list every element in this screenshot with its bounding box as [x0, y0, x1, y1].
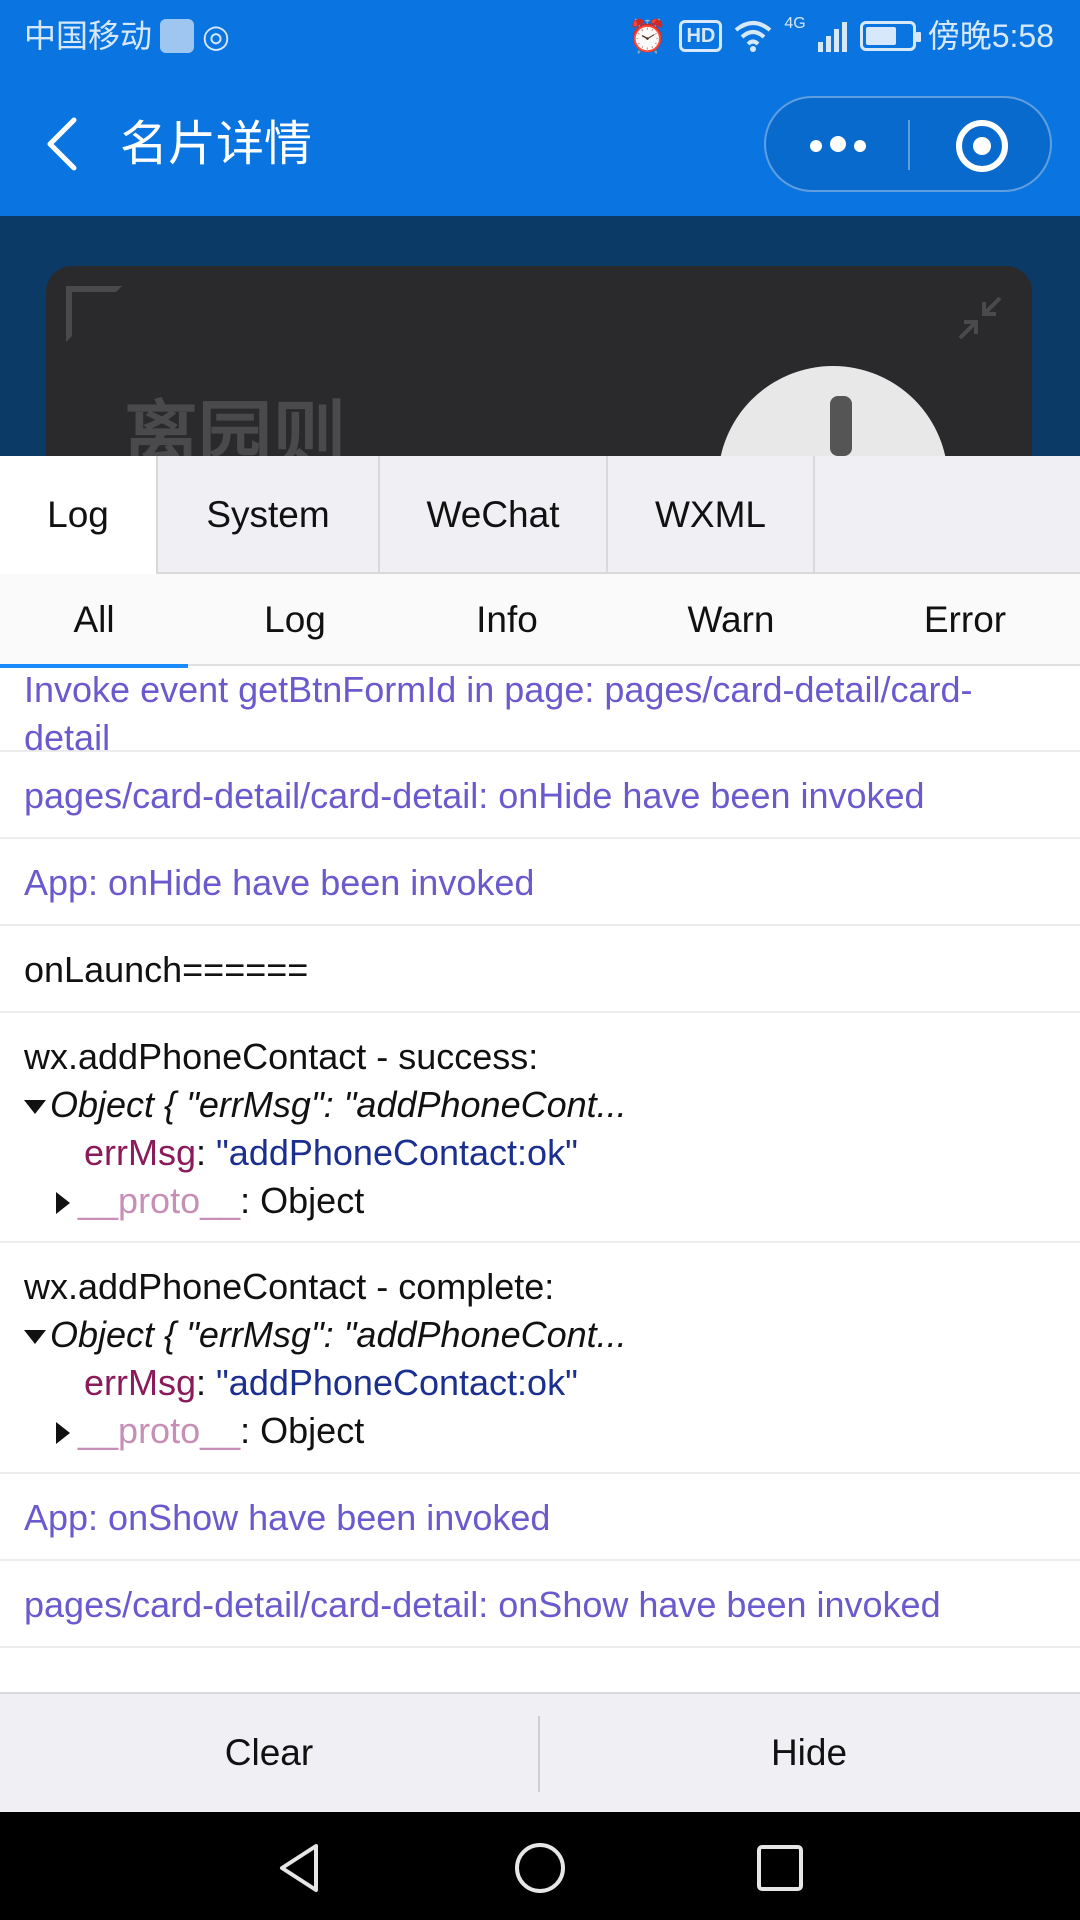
expand-caret-icon[interactable] [24, 1330, 46, 1345]
target-icon[interactable] [956, 120, 1008, 172]
collapse-caret-icon[interactable] [56, 1192, 70, 1215]
log-list[interactable]: Invoke event getBtnFormId in page: pages… [0, 666, 1080, 1730]
log-entry: pages/card-detail/card-detail: onHide ha… [0, 752, 1080, 839]
sim-app-icon [160, 19, 195, 53]
log-text: onLaunch====== [24, 949, 309, 990]
clear-button[interactable]: Clear [0, 1694, 538, 1812]
log-entry: Invoke event getBtnFormId in page: pages… [0, 666, 1080, 758]
property-value: "addPhoneContact:ok" [216, 1132, 578, 1173]
alarm-icon: ⏰ [627, 18, 668, 54]
log-text: Invoke event getBtnFormId in page: pages… [24, 669, 973, 758]
tab-log[interactable]: Log [0, 456, 158, 574]
property-colon: : [196, 1132, 217, 1173]
tab-wechat[interactable]: WeChat [380, 456, 608, 574]
collapse-caret-icon[interactable] [56, 1422, 70, 1445]
proto-key: __proto__ [78, 1410, 241, 1451]
status-right: ⏰ HD 4G 傍晚5:58 [628, 16, 1054, 56]
page-title: 名片详情 [120, 116, 313, 172]
subtab-warn[interactable]: Warn [636, 574, 826, 666]
property-key: errMsg [84, 1362, 197, 1403]
network-type-label: 4G [784, 15, 806, 32]
object-preview: Object { "errMsg": "addPhoneCont... [50, 1084, 627, 1125]
recents-square-icon[interactable] [752, 1840, 808, 1896]
android-nav-bar [0, 1812, 1080, 1920]
subtab-all[interactable]: All [0, 574, 188, 668]
hide-button[interactable]: Hide [540, 1694, 1078, 1812]
menu-capsule [764, 96, 1052, 192]
capsule-divider [908, 120, 910, 170]
tab-wxml[interactable]: WXML [608, 456, 815, 574]
action-bar: Clear Hide [0, 1692, 1080, 1812]
more-icon[interactable] [806, 136, 870, 154]
log-entry: wx.addPhoneContact - complete: Object { … [0, 1243, 1080, 1474]
qr-code-icon[interactable] [66, 286, 122, 342]
status-bar: 中国移动 ◎ ⏰ HD 4G 傍晚5:58 [0, 0, 1080, 74]
carrier-label: 中国移动 [24, 18, 153, 54]
signal-icon [817, 22, 847, 52]
log-title: wx.addPhoneContact - complete: [24, 1266, 555, 1307]
tab-system[interactable]: System [158, 456, 380, 574]
log-text: pages/card-detail/card-detail: onShow ha… [24, 1584, 941, 1625]
shrink-icon[interactable] [956, 294, 1004, 342]
log-text: App: onHide have been invoked [24, 862, 535, 903]
object-property: errMsg: "addPhoneContact:ok" [24, 1129, 1056, 1177]
object-preview: Object { "errMsg": "addPhoneCont... [50, 1314, 627, 1355]
log-title: wx.addPhoneContact - success: [24, 1036, 539, 1077]
log-text: pages/card-detail/card-detail: onHide ha… [24, 775, 925, 816]
property-colon: : [196, 1362, 217, 1403]
log-entry: pages/card-detail/card-detail: onShow ha… [0, 1561, 1080, 1648]
log-entry: onLaunch====== [0, 926, 1080, 1013]
avatar [718, 366, 948, 456]
status-left: 中国移动 ◎ [24, 16, 230, 56]
card-backdrop: 离园则 [0, 216, 1080, 456]
hd-icon: HD [679, 20, 723, 52]
subtab-info[interactable]: Info [412, 574, 602, 666]
proto-value: : Object [240, 1410, 365, 1451]
subtab-error[interactable]: Error [870, 574, 1060, 666]
object-row[interactable]: Object { "errMsg": "addPhoneCont... [24, 1311, 1056, 1359]
card-name: 离园则 [124, 393, 346, 456]
log-entry: App: onShow have been invoked [0, 1474, 1080, 1561]
expand-caret-icon[interactable] [24, 1100, 46, 1115]
clock-time: 傍晚5:58 [927, 18, 1054, 54]
nav-bar: 名片详情 [0, 74, 1080, 216]
wifi-icon [735, 21, 772, 52]
back-triangle-icon[interactable] [272, 1840, 328, 1896]
property-value: "addPhoneContact:ok" [216, 1362, 578, 1403]
sub-tabs: All Log Info Warn Error [0, 574, 1080, 668]
home-circle-icon[interactable] [512, 1840, 568, 1896]
property-key: errMsg [84, 1132, 197, 1173]
object-row[interactable]: Object { "errMsg": "addPhoneCont... [24, 1081, 1056, 1129]
debug-panel: Log System WeChat WXML All Log Info Warn… [0, 456, 1080, 1812]
battery-icon [859, 21, 921, 51]
back-icon[interactable] [40, 116, 88, 172]
log-entry: wx.addPhoneContact - success: Object { "… [0, 1013, 1080, 1243]
top-tabs: Log System WeChat WXML [0, 456, 1080, 574]
subtab-log[interactable]: Log [200, 574, 390, 666]
proto-row[interactable]: __proto__: Object [24, 1407, 1056, 1455]
qq-icon: ◎ [202, 18, 230, 54]
proto-row[interactable]: __proto__: Object [24, 1177, 1056, 1225]
log-entry: App: onHide have been invoked [0, 839, 1080, 926]
proto-value: : Object [240, 1180, 365, 1221]
log-text: App: onShow have been invoked [24, 1497, 551, 1538]
object-property: errMsg: "addPhoneContact:ok" [24, 1359, 1056, 1407]
proto-key: __proto__ [78, 1180, 241, 1221]
business-card: 离园则 [46, 266, 1032, 456]
